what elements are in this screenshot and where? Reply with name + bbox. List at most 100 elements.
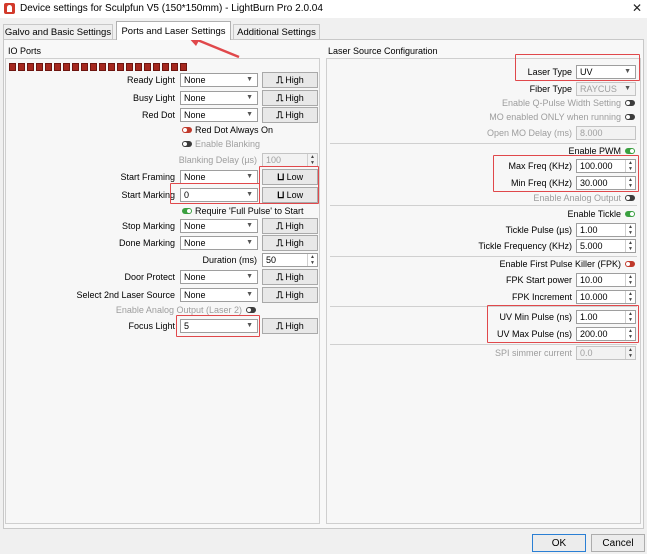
enable-q-pulse-toggle[interactable] <box>625 100 635 106</box>
io-led <box>9 63 16 71</box>
chevron-down-icon: ▼ <box>246 111 253 118</box>
io-led <box>144 63 151 71</box>
spin-arrows-icon[interactable]: ▲ ▼ <box>625 328 635 340</box>
laser-source-title: Laser Source Configuration <box>328 46 438 56</box>
door-protect-polarity-button[interactable]: ⎍ High <box>262 269 318 285</box>
fpk-increment-field[interactable]: 10.000 ▲ ▼ <box>576 290 636 304</box>
min-freq-label: Min Freq (KHz) <box>510 178 572 188</box>
tickle-pulse-field[interactable]: 1.00 ▲ ▼ <box>576 223 636 237</box>
spin-arrows-icon[interactable]: ▲ ▼ <box>625 160 635 172</box>
io-led <box>72 63 79 71</box>
red-dot-polarity: High <box>285 110 304 120</box>
busy-light-select[interactable]: None ▼ <box>180 91 258 105</box>
duration-field[interactable]: 50 ▲ ▼ <box>262 253 318 267</box>
spin-arrows-icon[interactable]: ▲ ▼ <box>625 177 635 189</box>
spin-arrows-icon[interactable]: ▲ ▼ <box>307 254 317 266</box>
focus-light-polarity: High <box>285 321 304 331</box>
start-marking-polarity: Low <box>286 190 304 200</box>
window-title: Device settings for Sculpfun V5 (150*150… <box>20 3 323 14</box>
spin-arrows-icon[interactable]: ▲ ▼ <box>625 311 635 323</box>
tab-ports-laser-settings[interactable]: Ports and Laser Settings <box>116 21 231 40</box>
start-framing-select[interactable]: None ▼ <box>180 170 258 184</box>
red-dot-polarity-button[interactable]: ⎍ High <box>262 107 318 123</box>
mo-enabled-toggle[interactable] <box>625 114 635 120</box>
io-led <box>18 63 25 71</box>
stop-marking-select[interactable]: None ▼ <box>180 219 258 233</box>
select-2nd-laser-polarity-button[interactable]: ⎍ High <box>262 287 318 303</box>
focus-light-label: Focus Light <box>128 321 175 331</box>
start-marking-polarity-button[interactable]: ⊔ Low <box>262 187 318 203</box>
start-marking-select[interactable]: 0 ▼ <box>180 188 258 202</box>
start-marking-value: 0 <box>184 190 190 200</box>
pulse-high-icon: ⎍ <box>276 237 284 249</box>
enable-tickle-label: Enable Tickle <box>567 209 621 219</box>
fiber-type-select[interactable]: RAYCUS ▼ <box>576 82 636 96</box>
ready-light-label: Ready Light <box>126 75 175 85</box>
io-led <box>171 63 178 71</box>
tab-galvo-basic-settings[interactable]: Galvo and Basic Settings <box>3 24 113 39</box>
open-mo-delay-field[interactable]: 8.000 <box>576 126 636 140</box>
done-marking-select[interactable]: None ▼ <box>180 236 258 250</box>
blanking-delay-value: 100 <box>266 155 282 165</box>
enable-tickle-toggle[interactable] <box>625 211 635 217</box>
io-led <box>135 63 142 71</box>
io-status-leds <box>9 63 187 71</box>
duration-label: Duration (ms) <box>202 255 257 265</box>
enable-pwm-toggle[interactable] <box>625 148 635 154</box>
focus-light-polarity-button[interactable]: ⎍ High <box>262 318 318 334</box>
chevron-down-icon: ▼ <box>246 191 253 198</box>
separator <box>330 306 637 307</box>
spi-simmer-current-field[interactable]: 0.0 ▲ ▼ <box>576 346 636 360</box>
start-framing-polarity: Low <box>286 172 304 182</box>
door-protect-select[interactable]: None ▼ <box>180 270 258 284</box>
busy-light-polarity-button[interactable]: ⎍ High <box>262 90 318 106</box>
title-bar: Device settings for Sculpfun V5 (150*150… <box>0 0 647 18</box>
require-full-pulse-toggle[interactable] <box>182 208 192 214</box>
spin-arrows-icon[interactable]: ▲ ▼ <box>307 154 317 166</box>
pulse-low-icon: ⊔ <box>276 189 285 201</box>
start-marking-label: Start Marking <box>121 190 175 200</box>
enable-analog-output-toggle[interactable] <box>625 195 635 201</box>
blanking-delay-field[interactable]: 100 ▲ ▼ <box>262 153 318 167</box>
ready-light-polarity-button[interactable]: ⎍ High <box>262 72 318 88</box>
ok-button[interactable]: OK <box>532 534 586 552</box>
stop-marking-polarity-button[interactable]: ⎍ High <box>262 218 318 234</box>
red-dot-always-on-toggle[interactable] <box>182 127 192 133</box>
cancel-button[interactable]: Cancel <box>591 534 645 552</box>
spi-simmer-current-label: SPI simmer current <box>494 348 572 358</box>
red-dot-select[interactable]: None ▼ <box>180 108 258 122</box>
spin-arrows-icon[interactable]: ▲ ▼ <box>625 347 635 359</box>
pulse-high-icon: ⎍ <box>276 74 284 86</box>
enable-fpk-toggle[interactable] <box>625 261 635 267</box>
laser-type-select[interactable]: UV ▼ <box>576 65 636 79</box>
done-marking-polarity-button[interactable]: ⎍ High <box>262 235 318 251</box>
spin-arrows-icon[interactable]: ▲ ▼ <box>625 291 635 303</box>
min-freq-field[interactable]: 30.000 ▲ ▼ <box>576 176 636 190</box>
red-dot-always-on-label: Red Dot Always On <box>195 125 274 135</box>
lightburn-app-icon <box>4 3 15 14</box>
pulse-high-icon: ⎍ <box>276 289 284 301</box>
uv-max-pulse-field[interactable]: 200.00 ▲ ▼ <box>576 327 636 341</box>
chevron-down-icon: ▼ <box>624 85 631 92</box>
select-2nd-laser-select[interactable]: None ▼ <box>180 288 258 302</box>
tab-additional-settings[interactable]: Additional Settings <box>233 24 320 39</box>
focus-light-select[interactable]: 5 ▼ <box>180 319 258 333</box>
spin-arrows-icon[interactable]: ▲ ▼ <box>625 224 635 236</box>
enable-blanking-toggle[interactable] <box>182 141 192 147</box>
ready-light-select[interactable]: None ▼ <box>180 73 258 87</box>
io-led <box>90 63 97 71</box>
start-framing-polarity-button[interactable]: ⊔ Low <box>262 169 318 185</box>
uv-min-pulse-field[interactable]: 1.00 ▲ ▼ <box>576 310 636 324</box>
separator <box>330 205 637 206</box>
busy-light-polarity: High <box>285 93 304 103</box>
spin-arrows-icon[interactable]: ▲ ▼ <box>625 240 635 252</box>
spin-arrows-icon[interactable]: ▲ ▼ <box>625 274 635 286</box>
max-freq-field[interactable]: 100.000 ▲ ▼ <box>576 159 636 173</box>
fpk-start-power-field[interactable]: 10.00 ▲ ▼ <box>576 273 636 287</box>
enable-analog-output-laser2-toggle[interactable] <box>246 307 256 313</box>
io-ports-title: IO Ports <box>8 46 42 56</box>
close-icon[interactable]: ✕ <box>632 1 642 15</box>
tickle-frequency-field[interactable]: 5.000 ▲ ▼ <box>576 239 636 253</box>
fiber-type-value: RAYCUS <box>580 84 617 94</box>
door-protect-label: Door Protect <box>124 272 175 282</box>
